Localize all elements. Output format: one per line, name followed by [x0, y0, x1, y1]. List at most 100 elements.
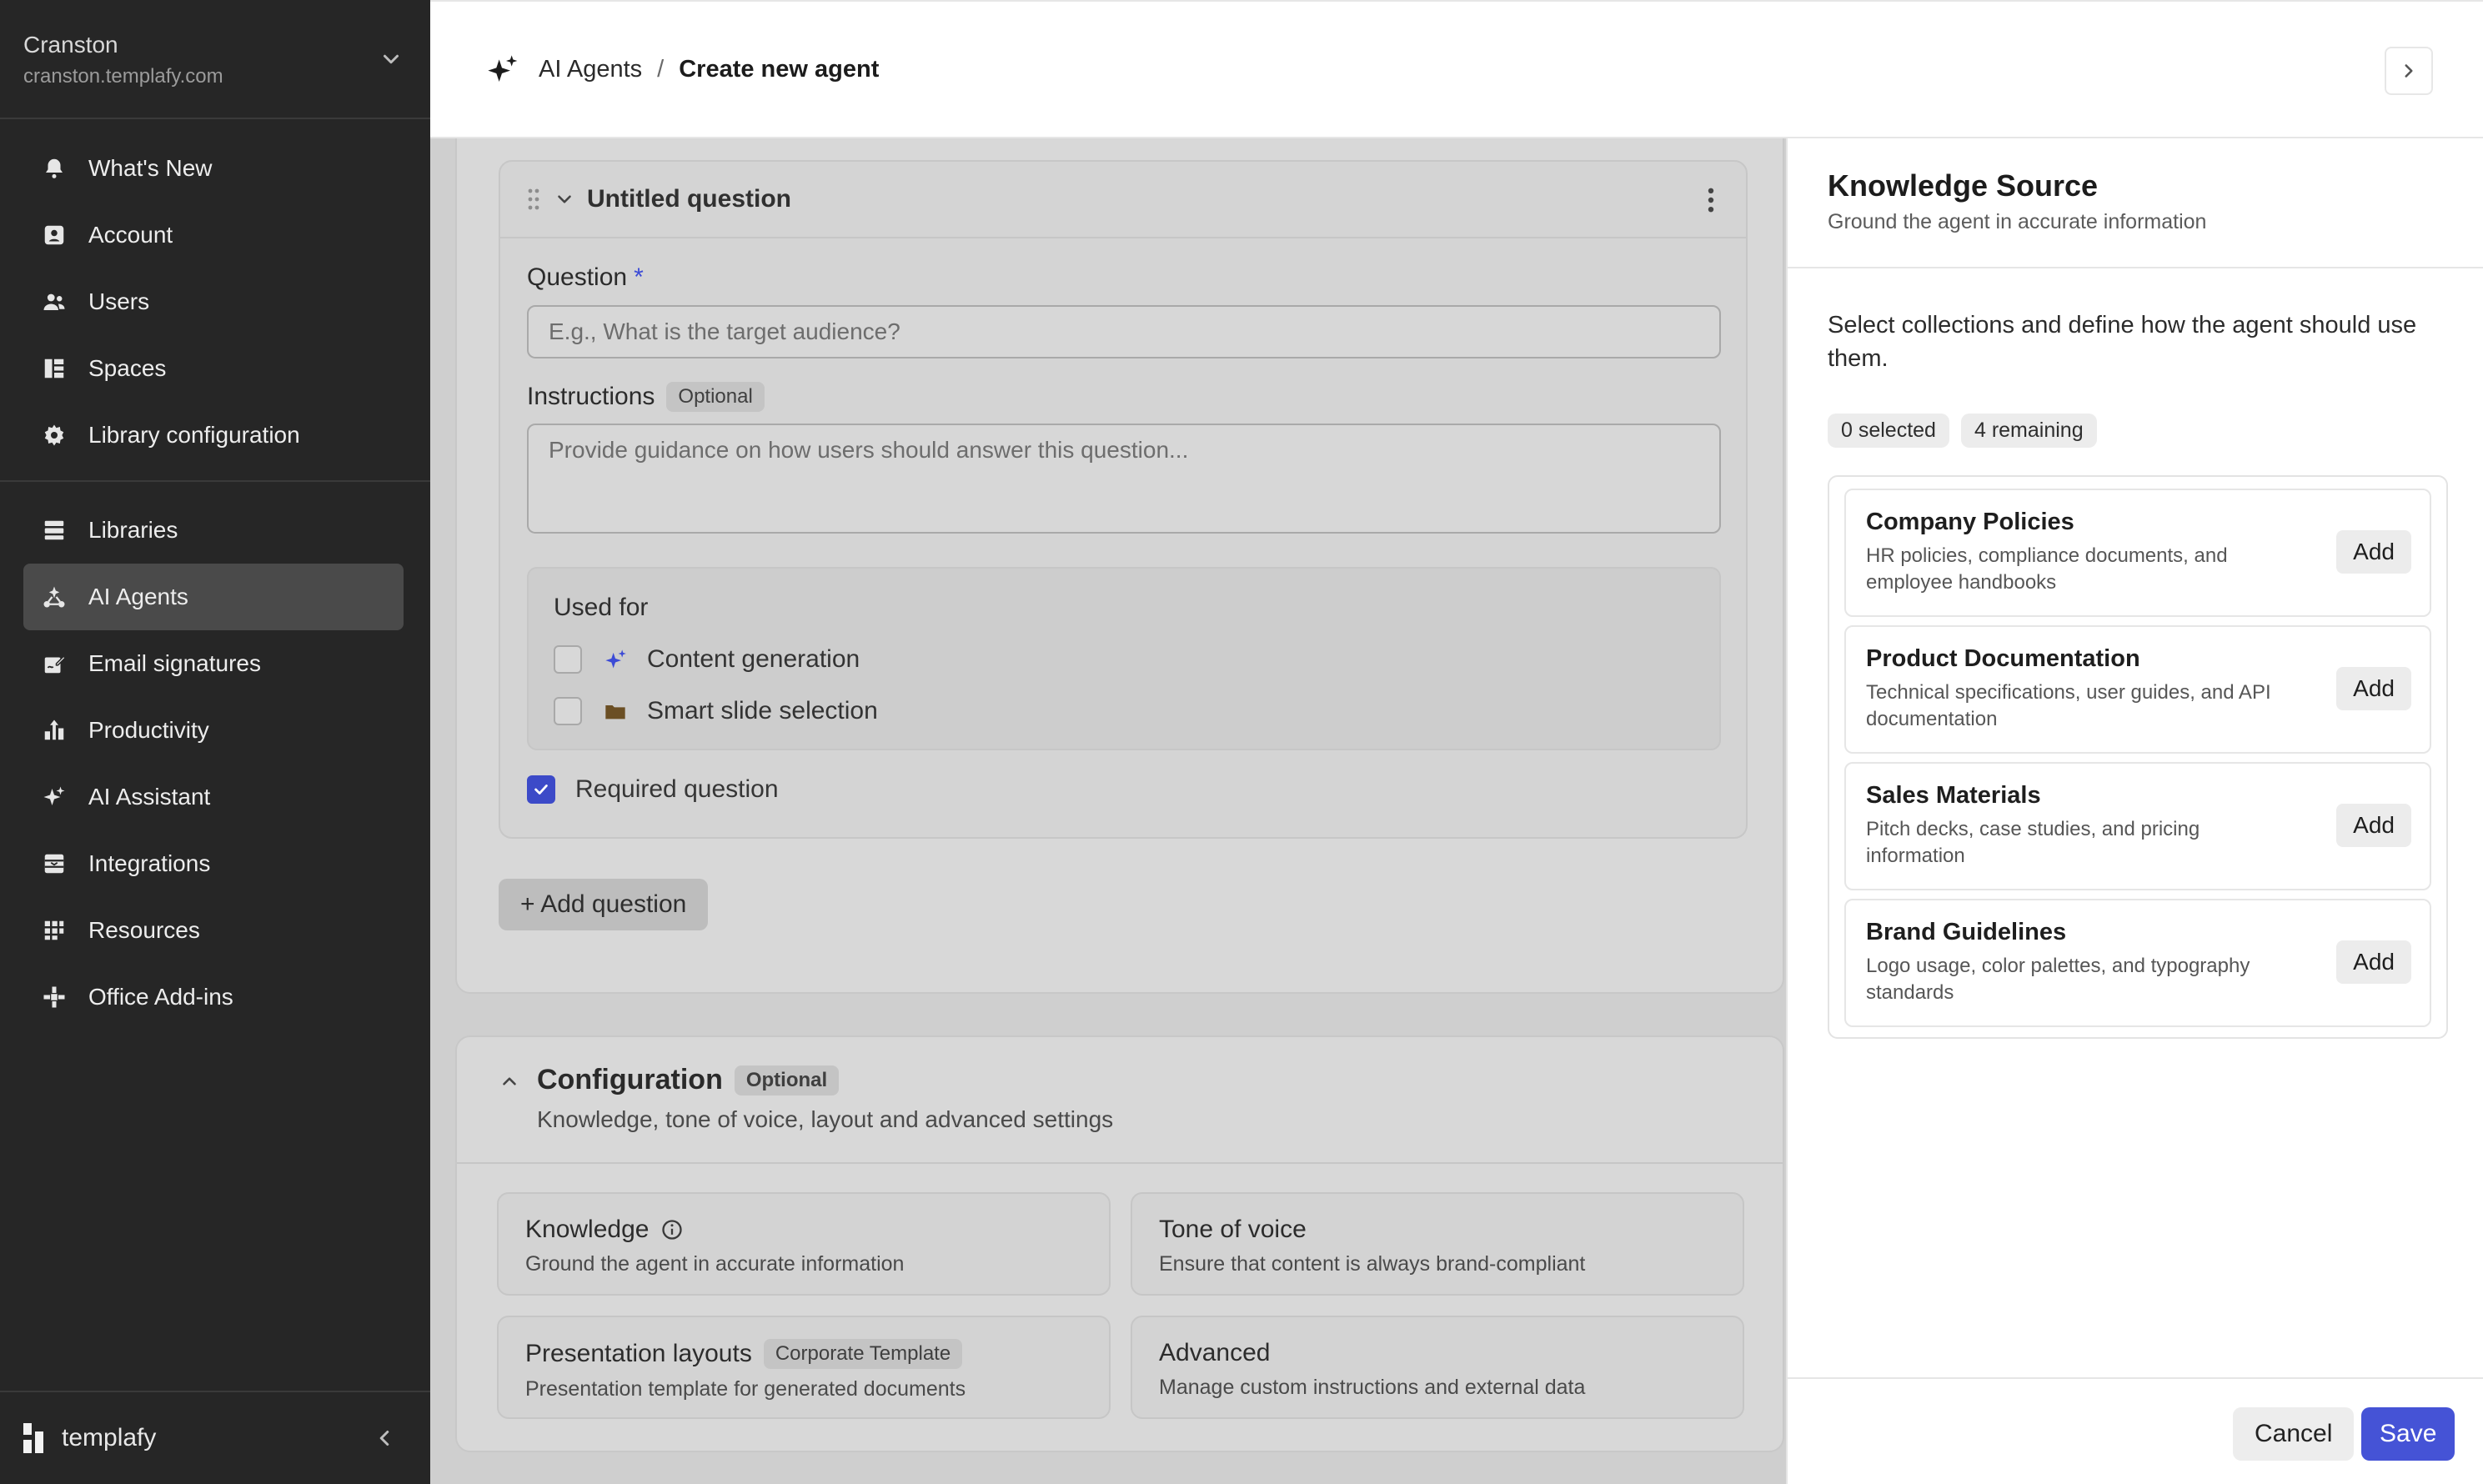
- chevron-up-icon[interactable]: [499, 1070, 520, 1092]
- chevron-left-icon[interactable]: [372, 1426, 397, 1451]
- panel-title: Knowledge Source: [1828, 168, 2099, 203]
- config-card-title: Presentation layouts Corporate Template: [525, 1339, 1109, 1369]
- sparkle-icon: [43, 786, 65, 805]
- optional-badge: Optional: [734, 1065, 840, 1095]
- addins-icon: [43, 986, 65, 1008]
- sidebar-item-productivity[interactable]: Productivity: [23, 697, 404, 764]
- instructions-placeholder: Provide guidance on how users should ans…: [549, 437, 1189, 463]
- sidebar-item-label: Library configuration: [88, 422, 300, 448]
- question-card: Untitled question Question * E.g., What …: [499, 160, 1748, 839]
- used-for-content-generation[interactable]: Content generation: [554, 634, 1719, 685]
- sidebar-item-label: AI Agents: [88, 584, 188, 609]
- sidebar-item-account[interactable]: Account: [23, 202, 404, 268]
- sidebar-item-label: Productivity: [88, 717, 209, 743]
- grid-icon: [44, 920, 64, 940]
- configuration-header[interactable]: Configuration Optional Knowledge, tone o…: [457, 1037, 1783, 1164]
- config-card-knowledge[interactable]: Knowledge Ground the agent in accurate i…: [497, 1192, 1111, 1296]
- sidebar-item-ai-assistant[interactable]: AI Assistant: [23, 764, 404, 830]
- config-card-title-text: Knowledge: [525, 1216, 650, 1243]
- breadcrumb-ai-agents[interactable]: AI Agents: [539, 56, 642, 83]
- drag-handle-icon[interactable]: [525, 188, 542, 211]
- chevron-down-icon[interactable]: [379, 47, 404, 72]
- sidebar-item-library-configuration[interactable]: Library configuration: [23, 402, 404, 469]
- add-collection-button[interactable]: Add: [2336, 804, 2411, 847]
- used-for-smart-slide-selection[interactable]: Smart slide selection: [554, 685, 1719, 737]
- org-switcher[interactable]: Cranston cranston.templafy.com: [0, 0, 430, 119]
- check-icon: [534, 785, 548, 795]
- add-collection-button[interactable]: Add: [2336, 940, 2411, 984]
- remaining-count-badge: 4 remaining: [1960, 414, 2097, 448]
- sidebar-item-ai-agents[interactable]: AI Agents: [23, 564, 404, 630]
- save-button[interactable]: Save: [2361, 1407, 2455, 1461]
- sidebar-item-label: AI Assistant: [88, 784, 211, 810]
- sidebar-item-label: Integrations: [88, 850, 211, 876]
- sidebar-item-integrations[interactable]: Integrations: [23, 830, 404, 897]
- collection-description: Technical specifications, user guides, a…: [1866, 681, 2271, 730]
- knowledge-source-panel: Knowledge Source Ground the agent in acc…: [1786, 138, 2483, 1484]
- required-mark: *: [634, 263, 644, 291]
- org-name: Cranston: [23, 32, 118, 58]
- add-collection-button[interactable]: Add: [2336, 667, 2411, 710]
- question-input[interactable]: E.g., What is the target audience?: [527, 305, 1721, 358]
- more-vertical-icon[interactable]: [1706, 187, 1716, 213]
- config-card-subtitle: Ensure that content is always brand-comp…: [1159, 1252, 1586, 1276]
- account-icon: [44, 225, 64, 245]
- checkbox[interactable]: [554, 697, 582, 725]
- productivity-icon: [44, 719, 64, 740]
- integrations-icon: [44, 854, 64, 874]
- panel-header: Knowledge Source Ground the agent in acc…: [1788, 138, 2483, 268]
- add-question-button[interactable]: + Add question: [499, 879, 709, 930]
- instructions-label-text: Instructions: [527, 383, 655, 410]
- collection-description: Logo usage, color palettes, and typograp…: [1866, 955, 2250, 1004]
- page-header: AI Agents / Create new agent: [430, 0, 2483, 138]
- collection-description: Pitch decks, case studies, and pricing i…: [1866, 818, 2200, 867]
- panel-footer: Cancel Save: [1788, 1377, 2483, 1484]
- sidebar-item-label: Email signatures: [88, 650, 261, 676]
- toggle-panel-button[interactable]: [2385, 47, 2433, 95]
- agent-form: Untitled question Question * E.g., What …: [430, 138, 1786, 1484]
- list-item: Sales Materials Pitch decks, case studie…: [1844, 762, 2431, 890]
- used-for-group: Used for Content generation Smart slide …: [527, 567, 1721, 750]
- nav-secondary: Libraries AI Agents Email signatures Pro…: [23, 497, 404, 1030]
- sidebar-item-label: Libraries: [88, 517, 178, 543]
- config-card-tone-of-voice[interactable]: Tone of voice Ensure that content is alw…: [1131, 1192, 1744, 1296]
- instructions-textarea[interactable]: Provide guidance on how users should ans…: [527, 424, 1721, 534]
- question-title: Untitled question: [587, 185, 791, 213]
- sidebar-item-label: Account: [88, 222, 173, 248]
- config-card-title: Knowledge: [525, 1216, 1109, 1244]
- info-icon[interactable]: [660, 1218, 684, 1241]
- instructions-label: Instructions Optional: [527, 382, 765, 412]
- config-card-subtitle: Presentation template for generated docu…: [525, 1377, 966, 1401]
- sidebar-item-users[interactable]: Users: [23, 268, 404, 335]
- config-card-subtitle: Manage custom instructions and external …: [1159, 1376, 1586, 1399]
- config-card-title: Advanced: [1159, 1339, 1271, 1366]
- question-header[interactable]: Untitled question: [500, 162, 1746, 238]
- collection-description: HR policies, compliance documents, and e…: [1866, 544, 2228, 594]
- configuration-subtitle: Knowledge, tone of voice, layout and adv…: [537, 1106, 1114, 1132]
- checkbox-checked[interactable]: [527, 775, 555, 804]
- chevron-down-icon[interactable]: [554, 188, 575, 210]
- question-placeholder: E.g., What is the target audience?: [549, 318, 900, 344]
- sidebar-item-resources[interactable]: Resources: [23, 897, 404, 964]
- sidebar-item-office-add-ins[interactable]: Office Add-ins: [23, 964, 404, 1030]
- sidebar-item-email-signatures[interactable]: Email signatures: [23, 630, 404, 697]
- sidebar-item-label: Spaces: [88, 355, 167, 381]
- config-card-advanced[interactable]: Advanced Manage custom instructions and …: [1131, 1316, 1744, 1419]
- sidebar-item-whats-new[interactable]: What's New: [23, 135, 404, 202]
- add-collection-button[interactable]: Add: [2336, 530, 2411, 574]
- sidebar-item-spaces[interactable]: Spaces: [23, 335, 404, 402]
- selection-counts: 0 selected 4 remaining: [1828, 414, 2109, 448]
- checkbox[interactable]: [554, 645, 582, 674]
- used-for-label: Content generation: [647, 645, 860, 673]
- sidebar-item-libraries[interactable]: Libraries: [23, 497, 404, 564]
- sidebar: Cranston cranston.templafy.com What's Ne…: [0, 0, 430, 1484]
- used-for-title: Used for: [554, 594, 649, 621]
- sidebar-item-label: Resources: [88, 917, 200, 943]
- sidebar-item-label: Users: [88, 288, 150, 314]
- config-card-presentation-layouts[interactable]: Presentation layouts Corporate Template …: [497, 1316, 1111, 1419]
- signature-icon: [44, 655, 67, 674]
- cancel-button[interactable]: Cancel: [2233, 1407, 2355, 1461]
- required-question-toggle[interactable]: Required question: [527, 775, 779, 804]
- list-item: Brand Guidelines Logo usage, color palet…: [1844, 899, 2431, 1027]
- collections-list: Company Policies HR policies, compliance…: [1828, 475, 2448, 1039]
